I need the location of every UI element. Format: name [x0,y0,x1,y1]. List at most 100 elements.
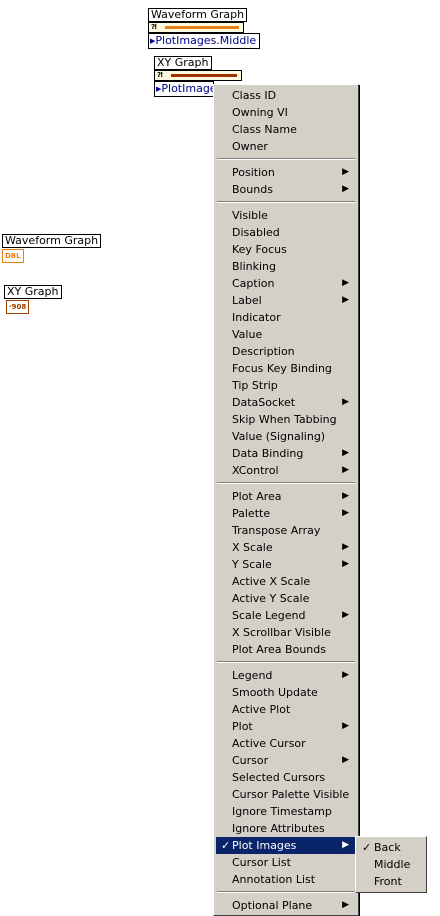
menu-item-ignore-attributes[interactable]: Ignore Attributes [216,820,356,837]
type-label: ·908 [9,303,27,311]
cluster-terminal-icon[interactable]: ·908 [6,300,30,314]
menu-item-value[interactable]: Value [216,326,356,343]
menu-item-class-name[interactable]: Class Name [216,121,356,138]
submenu-item-label: Back [374,841,401,854]
menu-item-label: Transpose Array [232,524,321,537]
menu-item-ignore-timestamp[interactable]: Ignore Timestamp [216,803,356,820]
menu-item-y-scale[interactable]: Y Scale ▶ [216,556,356,573]
menu-item-label: Ignore Timestamp [232,805,332,818]
menu-separator [217,201,355,203]
menu-item-plot-area-bounds[interactable]: Plot Area Bounds [216,641,356,658]
menu-item-selected-cursors[interactable]: Selected Cursors [216,769,356,786]
menu-item-cursor[interactable]: Cursor ▶ [216,752,356,769]
submenu-item-label: Front [374,875,402,888]
menu-item-label: Value [232,328,263,341]
menu-item-label: Focus Key Binding [232,362,332,375]
menu-item-label: Plot Images [232,839,297,852]
menu-item-active-cursor[interactable]: Active Cursor [216,735,356,752]
property-item[interactable]: ▶PlotImages.Middle [148,33,261,49]
menu-item-indicator[interactable]: Indicator [216,309,356,326]
submenu-item-front[interactable]: Front [358,873,424,890]
menu-item-label: Blinking [232,260,277,273]
submenu-arrow-icon: ▶ [342,755,349,765]
menu-item-key-focus[interactable]: Key Focus [216,241,356,258]
submenu-arrow-icon: ▶ [342,397,349,407]
property-context-menu[interactable]: Class ID Owning VI Class Name Owner Position… [213,84,359,916]
menu-item-label: Cursor [232,754,269,767]
menu-item-label: Y Scale [232,558,272,571]
menu-item-label: Smooth Update [232,686,318,699]
menu-item-active-plot[interactable]: Active Plot [216,701,356,718]
menu-item-cursor-palette-visible[interactable]: Cursor Palette Visible [216,786,356,803]
menu-item-owning-vi[interactable]: Owning VI [216,104,356,121]
dbl-terminal-icon[interactable]: DBL [2,249,24,263]
menu-item-focus-key-binding[interactable]: Focus Key Binding [216,360,356,377]
menu-item-position[interactable]: Position ▶ [216,164,356,181]
color-strip [171,74,237,77]
menu-item-label: Plot Area [232,490,282,503]
menu-item-visible[interactable]: Visible [216,207,356,224]
menu-item-active-y-scale[interactable]: Active Y Scale [216,590,356,607]
menu-item-class-id[interactable]: Class ID [216,87,356,104]
property-item[interactable]: ▶PlotImages [154,81,214,97]
menu-item-datasocket[interactable]: DataSocket ▶ [216,394,356,411]
submenu-item-label: Middle [374,858,411,871]
menu-item-skip-when-tabbing[interactable]: Skip When Tabbing [216,411,356,428]
menu-item-owner[interactable]: Owner [216,138,356,155]
menu-item-plot-area[interactable]: Plot Area ▶ [216,488,356,505]
menu-item-value-signaling[interactable]: Value (Signaling) [216,428,356,445]
submenu-arrow-icon: ▶ [342,840,349,850]
menu-item-label[interactable]: Label ▶ [216,292,356,309]
menu-item-label: Owning VI [232,106,288,119]
submenu-arrow-icon: ▶ [342,559,349,569]
reference-icon: ⁈ [157,71,163,79]
menu-item-data-binding[interactable]: Data Binding ▶ [216,445,356,462]
menu-item-label: XControl [232,464,279,477]
submenu-arrow-icon: ▶ [342,721,349,731]
menu-item-label: Bounds [232,183,273,196]
menu-item-tip-strip[interactable]: Tip Strip [216,377,356,394]
menu-item-legend[interactable]: Legend ▶ [216,667,356,684]
reference-icon: ⁈ [151,23,157,31]
submenu-item-back[interactable]: ✓ Back [358,839,424,856]
submenu-arrow-icon: ▶ [342,542,349,552]
plot-images-submenu[interactable]: ✓ Back Middle Front [355,836,427,893]
menu-item-annotation-list[interactable]: Annotation List [216,871,356,888]
submenu-arrow-icon: ▶ [342,465,349,475]
menu-item-label: Active X Scale [232,575,311,588]
menu-item-caption[interactable]: Caption ▶ [216,275,356,292]
menu-item-label: X Scale [232,541,273,554]
node-reference-bar: ⁈ [154,70,242,81]
menu-item-active-x-scale[interactable]: Active X Scale [216,573,356,590]
menu-item-label: Selected Cursors [232,771,326,784]
menu-item-plot[interactable]: Plot ▶ [216,718,356,735]
menu-item-label: Active Cursor [232,737,306,750]
menu-item-label: Tip Strip [232,379,278,392]
menu-item-scale-legend[interactable]: Scale Legend ▶ [216,607,356,624]
submenu-arrow-icon: ▶ [342,491,349,501]
menu-item-x-scale[interactable]: X Scale ▶ [216,539,356,556]
menu-separator [217,661,355,663]
type-label: DBL [5,252,21,260]
menu-item-label: Position [232,166,275,179]
menu-item-plot-images[interactable]: ✓ Plot Images ▶ [216,837,356,854]
menu-item-description[interactable]: Description [216,343,356,360]
menu-item-optional-plane[interactable]: Optional Plane ▶ [216,897,356,914]
menu-item-smooth-update[interactable]: Smooth Update [216,684,356,701]
menu-item-transpose-array[interactable]: Transpose Array [216,522,356,539]
menu-item-xcontrol[interactable]: XControl ▶ [216,462,356,479]
submenu-arrow-icon: ▶ [342,278,349,288]
menu-item-label: Plot Area Bounds [232,643,326,656]
submenu-item-middle[interactable]: Middle [358,856,424,873]
menu-item-palette[interactable]: Palette ▶ [216,505,356,522]
submenu-arrow-icon: ▶ [342,670,349,680]
menu-item-cursor-list[interactable]: Cursor List [216,854,356,871]
color-strip [165,26,239,29]
menu-item-label: DataSocket [232,396,296,409]
menu-item-x-scrollbar-visible[interactable]: X Scrollbar Visible [216,624,356,641]
menu-item-bounds[interactable]: Bounds ▶ [216,181,356,198]
menu-separator [217,891,355,893]
menu-item-label: Class Name [232,123,297,136]
menu-item-disabled[interactable]: Disabled [216,224,356,241]
menu-item-blinking[interactable]: Blinking [216,258,356,275]
